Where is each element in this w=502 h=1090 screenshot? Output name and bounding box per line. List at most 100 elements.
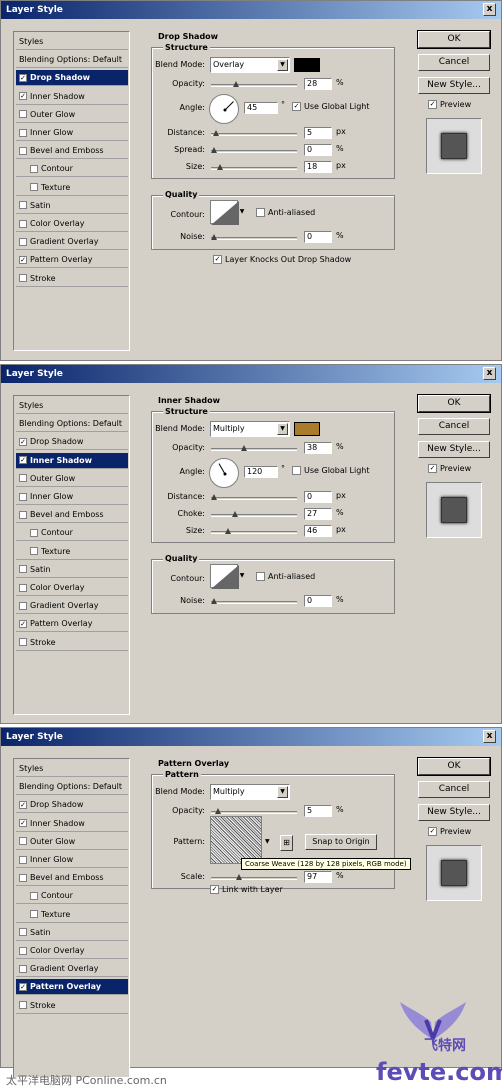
opacity-slider-thumb[interactable] [241, 445, 248, 452]
scale-slider[interactable] [211, 874, 297, 881]
title-bar[interactable]: Layer Style x [1, 365, 501, 383]
preview-checkbox-box[interactable]: ✓ [428, 464, 437, 473]
style-item[interactable]: Contour [16, 161, 128, 178]
use-global-light-checkbox-box[interactable]: ✓ [292, 102, 301, 111]
layer-knocks-out-checkbox[interactable]: ✓ Layer Knocks Out Drop Shadow [213, 255, 351, 264]
style-checkbox[interactable] [19, 110, 27, 119]
size-input[interactable]: 46 [304, 525, 332, 537]
size-input[interactable]: 18 [304, 161, 332, 173]
style-item[interactable]: Inner Glow [16, 125, 128, 141]
chevron-down-icon[interactable]: ▼ [277, 786, 288, 798]
opacity-input[interactable]: 28 [304, 78, 332, 90]
style-item[interactable]: Satin [16, 198, 128, 214]
style-checkbox[interactable] [19, 928, 27, 937]
style-checkbox[interactable] [19, 964, 27, 973]
style-item[interactable]: ✓ Drop Shadow [16, 797, 128, 814]
style-checkbox[interactable] [19, 146, 27, 155]
angle-input[interactable]: 120 [244, 466, 278, 478]
close-button[interactable]: x [483, 367, 496, 380]
choke-slider[interactable] [211, 511, 297, 517]
cancel-button[interactable]: Cancel [418, 418, 490, 435]
chevron-down-icon[interactable]: ▼ [265, 838, 270, 845]
style-checkbox[interactable]: ✓ [19, 982, 27, 991]
style-item[interactable]: Contour [16, 888, 128, 905]
style-checkbox[interactable] [19, 219, 27, 228]
contour-picker[interactable]: ▼ [210, 564, 244, 589]
noise-input[interactable]: 0 [304, 231, 332, 243]
style-item[interactable]: Gradient Overlay [16, 234, 128, 251]
cancel-button[interactable]: Cancel [418, 54, 490, 71]
size-slider[interactable] [211, 164, 297, 170]
style-checkbox[interactable]: ✓ [19, 800, 27, 809]
style-item[interactable]: Stroke [16, 998, 128, 1014]
style-item[interactable]: Styles [16, 761, 128, 777]
scale-input[interactable]: 97 [304, 871, 332, 883]
style-item[interactable]: ✓ Pattern Overlay [16, 616, 128, 633]
use-global-light-checkbox[interactable]: Use Global Light [292, 466, 370, 475]
style-item[interactable]: Satin [16, 562, 128, 578]
style-checkbox[interactable] [19, 128, 27, 137]
link-with-layer-checkbox-box[interactable]: ✓ [210, 885, 219, 894]
chevron-down-icon[interactable]: ▼ [277, 59, 288, 71]
anti-aliased-checkbox-box[interactable] [256, 208, 265, 217]
chevron-down-icon[interactable]: ▼ [238, 207, 246, 219]
spread-slider[interactable] [211, 147, 297, 154]
style-checkbox[interactable] [19, 510, 27, 519]
style-checkbox[interactable]: ✓ [19, 819, 27, 828]
style-checkbox[interactable] [30, 164, 38, 173]
color-swatch[interactable] [294, 58, 320, 72]
style-checkbox[interactable] [30, 547, 38, 556]
chevron-down-icon[interactable]: ▼ [277, 423, 288, 435]
noise-slider[interactable] [211, 234, 297, 240]
style-item[interactable]: Blending Options: Default [16, 52, 128, 69]
layer-knocks-out-checkbox-box[interactable]: ✓ [213, 255, 222, 264]
close-button[interactable]: x [483, 730, 496, 743]
opacity-input[interactable]: 5 [304, 805, 332, 817]
noise-slider-thumb[interactable] [211, 598, 218, 605]
anti-aliased-checkbox[interactable]: Anti-aliased [256, 572, 315, 581]
size-slider[interactable] [211, 528, 297, 535]
style-checkbox[interactable] [19, 837, 27, 846]
blend-mode-select[interactable]: Multiply ▼ [210, 784, 290, 800]
snap-to-origin-button[interactable]: Snap to Origin [305, 834, 377, 850]
style-item[interactable]: Texture [16, 180, 128, 196]
style-item[interactable]: Stroke [16, 271, 128, 287]
spread-slider-thumb[interactable] [211, 147, 218, 154]
style-item[interactable]: ✓ Pattern Overlay [16, 979, 128, 996]
cancel-button[interactable]: Cancel [418, 781, 490, 798]
preview-checkbox-box[interactable]: ✓ [428, 100, 437, 109]
scale-slider-thumb[interactable] [236, 874, 243, 881]
style-checkbox[interactable]: ✓ [19, 92, 27, 101]
style-checkbox[interactable] [19, 946, 27, 955]
size-slider-thumb[interactable] [225, 528, 232, 535]
ok-button[interactable]: OK [417, 757, 491, 776]
noise-slider[interactable] [211, 598, 297, 605]
style-item[interactable]: Texture [16, 544, 128, 560]
title-bar[interactable]: Layer Style x [1, 1, 501, 19]
style-item[interactable]: Inner Glow [16, 852, 128, 868]
chevron-down-icon[interactable]: ▼ [238, 571, 246, 583]
blend-mode-select[interactable]: Multiply ▼ [210, 421, 290, 437]
opacity-slider-thumb[interactable] [233, 81, 240, 88]
distance-slider-thumb[interactable] [213, 130, 220, 137]
anti-aliased-checkbox[interactable]: Anti-aliased [256, 208, 315, 217]
opacity-slider[interactable] [211, 808, 297, 814]
distance-input[interactable]: 0 [304, 491, 332, 503]
style-item[interactable]: Color Overlay [16, 216, 128, 232]
noise-input[interactable]: 0 [304, 595, 332, 607]
style-checkbox[interactable] [19, 565, 27, 574]
style-checkbox[interactable] [19, 237, 27, 246]
style-checkbox[interactable] [19, 1001, 27, 1010]
style-item[interactable]: Styles [16, 398, 128, 414]
style-item[interactable]: ✓ Inner Shadow [16, 452, 128, 469]
style-item[interactable]: Gradient Overlay [16, 598, 128, 615]
style-checkbox[interactable] [19, 873, 27, 882]
spread-input[interactable]: 0 [304, 144, 332, 156]
distance-slider-thumb[interactable] [211, 494, 218, 501]
style-item[interactable]: Texture [16, 907, 128, 923]
distance-input[interactable]: 5 [304, 127, 332, 139]
style-item[interactable]: Outer Glow [16, 471, 128, 487]
ok-button[interactable]: OK [417, 30, 491, 49]
style-item[interactable]: Outer Glow [16, 107, 128, 123]
style-item[interactable]: ✓ Drop Shadow [16, 434, 128, 451]
